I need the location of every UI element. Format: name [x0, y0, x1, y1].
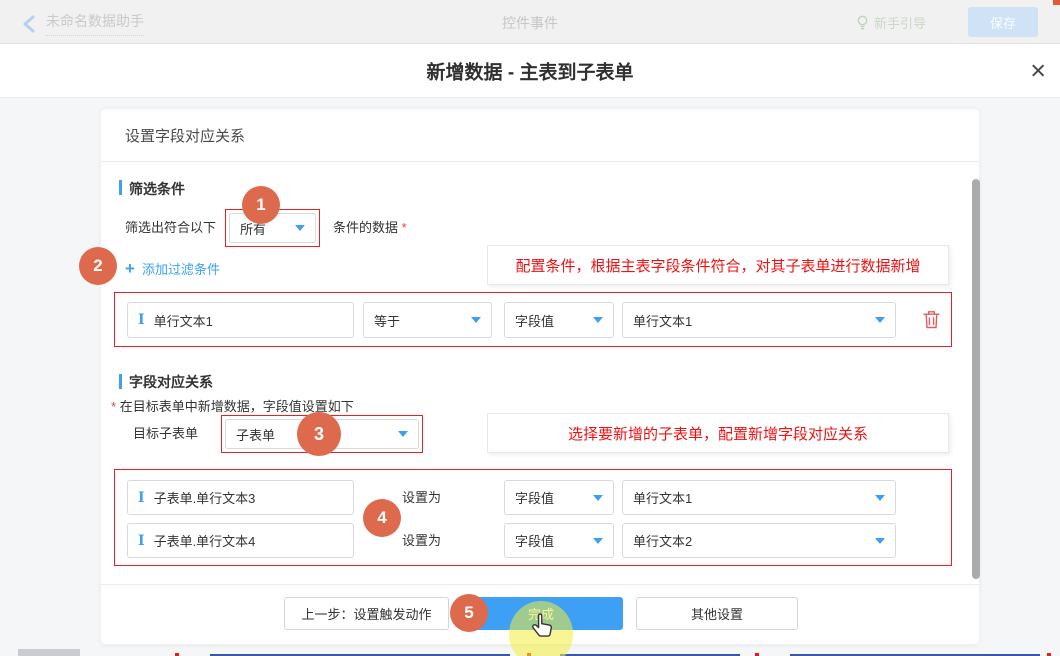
annotation-badge-1: 1 [242, 186, 280, 224]
condition-field-name: 单行文本1 [154, 311, 213, 330]
panel-header: 设置字段对应关系 [125, 125, 245, 146]
delete-condition-trash-icon[interactable] [923, 310, 940, 329]
dialog-title: 新增数据 - 主表到子表单 [427, 57, 634, 84]
mapping-value-type: 字段值 [515, 531, 554, 550]
section-accent-bar [119, 374, 122, 389]
chevron-down-icon [471, 317, 481, 323]
filter-line-suffix: 条件的数据 * [333, 211, 407, 245]
cutoff-corner-artifact [1053, 0, 1060, 5]
text-field-icon: I [138, 312, 145, 328]
screen: 未命名数据助手 控件事件 新手引导 保存 新增数据 - 主表到子表单 × 设置字… [0, 0, 1060, 656]
mapping-value: 单行文本1 [633, 488, 692, 507]
condition-value-type: 字段值 [515, 311, 554, 330]
top-bar: 未命名数据助手 控件事件 新手引导 保存 [0, 0, 1060, 44]
mapping-value-type: 字段值 [515, 488, 554, 507]
set-to-label: 设置为 [402, 480, 441, 515]
mapping-value-type-dropdown[interactable]: 字段值 [504, 480, 614, 515]
mapping-field-name: 子表单.单行文本3 [154, 488, 256, 507]
chevron-down-icon [295, 225, 305, 231]
close-icon[interactable]: × [1030, 57, 1046, 84]
mapping-value: 单行文本2 [633, 531, 692, 550]
plus-icon: + [125, 260, 135, 277]
filter-line-prefix: 筛选出符合以下 [125, 211, 216, 245]
mapping-field-input[interactable]: I 子表单.单行文本3 [127, 480, 354, 515]
section-accent-bar [119, 180, 122, 195]
mapping-field-input[interactable]: I 子表单.单行文本4 [127, 523, 354, 558]
scrollbar-thumb[interactable] [972, 179, 980, 579]
chevron-down-icon [875, 538, 885, 544]
chevron-down-icon [875, 317, 885, 323]
panel-header-divider [101, 161, 979, 162]
chevron-down-icon [593, 317, 603, 323]
other-settings-button[interactable]: 其他设置 [636, 597, 798, 630]
hand-cursor-icon [529, 612, 555, 645]
cutoff-content-strip [18, 649, 80, 656]
text-field-icon: I [138, 533, 145, 549]
condition-value: 单行文本1 [633, 311, 692, 330]
chevron-down-icon [593, 495, 603, 501]
condition-operator-value: 等于 [374, 311, 400, 330]
mapping-field-name: 子表单.单行文本4 [154, 531, 256, 550]
mapping-value-dropdown[interactable]: 单行文本2 [622, 523, 896, 558]
condition-value-dropdown[interactable]: 单行文本1 [622, 302, 896, 338]
mapping-value-dropdown[interactable]: 单行文本1 [622, 480, 896, 515]
settings-panel: 设置字段对应关系 筛选条件 1 筛选出符合以下 所有 条件的数据 * 2 + 添… [100, 108, 980, 645]
required-asterisk: * [402, 220, 407, 235]
beginner-guide-link[interactable]: 新手引导 [856, 13, 926, 32]
target-subform-value: 子表单 [236, 425, 275, 444]
condition-value-type-dropdown[interactable]: 字段值 [504, 302, 614, 338]
filter-callout-tooltip: 配置条件，根据主表字段条件符合，对其子表单进行数据新增 [487, 245, 949, 285]
chevron-down-icon [875, 495, 885, 501]
condition-field-input[interactable]: I 单行文本1 [127, 302, 354, 338]
target-subform-label: 目标子表单 [133, 415, 198, 453]
prev-step-button[interactable]: 上一步：设置触发动作 [284, 597, 449, 630]
lightbulb-icon [856, 15, 869, 31]
annotation-badge-4: 4 [363, 499, 401, 537]
condition-operator-dropdown[interactable]: 等于 [363, 302, 492, 338]
set-to-label: 设置为 [402, 523, 441, 558]
dialog-header: 新增数据 - 主表到子表单 × [0, 44, 1060, 98]
add-filter-label: 添加过滤条件 [142, 259, 220, 278]
filter-section-title: 筛选条件 [129, 179, 185, 199]
required-asterisk: * [111, 399, 116, 414]
mapping-callout-tooltip: 选择要新增的子表单，配置新增字段对应关系 [487, 413, 949, 453]
text-field-icon: I [138, 490, 145, 506]
mapping-section-title: 字段对应关系 [129, 372, 213, 392]
annotation-badge-5: 5 [450, 594, 488, 632]
chevron-down-icon [593, 538, 603, 544]
footer-divider [101, 584, 979, 585]
back-chevron-icon[interactable] [22, 15, 36, 33]
filter-row-annotation-box: I 单行文本1 等于 字段值 单行文本1 [114, 292, 952, 347]
beginner-guide-label: 新手引导 [874, 13, 926, 32]
dialog-body: 设置字段对应关系 筛选条件 1 筛选出符合以下 所有 条件的数据 * 2 + 添… [0, 98, 1060, 656]
mapping-value-type-dropdown[interactable]: 字段值 [504, 523, 614, 558]
chevron-down-icon [398, 431, 408, 437]
add-filter-condition-link[interactable]: + 添加过滤条件 [125, 259, 220, 278]
mapping-rows-annotation-box: I 子表单.单行文本3 设置为 字段值 单行文本1 I 子表单.单行文本4 设置 [114, 469, 952, 566]
assistant-title[interactable]: 未命名数据助手 [46, 11, 144, 36]
save-button[interactable]: 保存 [968, 7, 1038, 37]
annotation-badge-3: 3 [297, 412, 341, 456]
page-title: 控件事件 [502, 13, 558, 33]
annotation-badge-2: 2 [79, 247, 117, 285]
back-nav[interactable]: 未命名数据助手 [22, 11, 144, 36]
